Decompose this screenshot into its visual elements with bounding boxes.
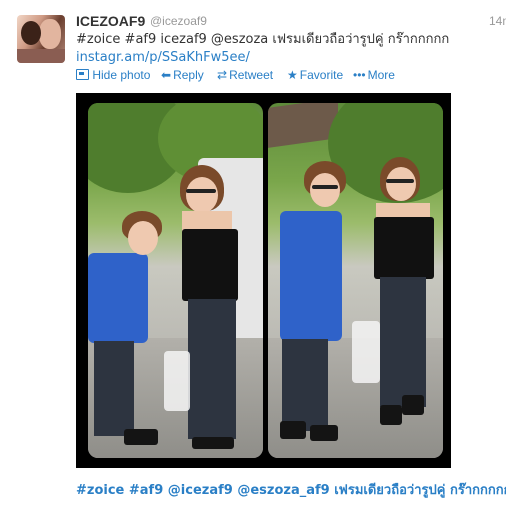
ellipsis-icon: •••: [353, 68, 366, 82]
person-shoe: [192, 437, 234, 449]
sunglasses-shape: [312, 185, 338, 189]
retweet-icon: ⇄: [217, 68, 228, 82]
shopping-bag: [164, 351, 190, 411]
author-handle[interactable]: @icezoaf9: [150, 14, 207, 28]
photo-caption: #zoice #af9 @icezaf9 @eszoza_af9 เฟรมเดี…: [76, 483, 506, 499]
tweet: ICEZOAF9 @icezoaf9 14m #zoice #af9 iceza…: [0, 0, 506, 510]
hide-photo-label: Hide photo: [92, 68, 151, 82]
avatar-face: [39, 19, 61, 49]
avatar-shoulder: [17, 49, 65, 63]
author-name[interactable]: ICEZOAF9: [76, 13, 145, 29]
reply-arrow-icon: ⬅: [161, 68, 172, 82]
reply-label: Reply: [173, 68, 204, 82]
avatar-hair: [21, 21, 41, 45]
tweet-text: #zoice #af9 icezaf9 @eszoza เฟรมเดียวถือ…: [76, 31, 501, 67]
tweet-text-line: #zoice #af9 icezaf9 @eszoza เฟรมเดียวถือ…: [76, 32, 450, 47]
person-jeans: [380, 277, 426, 407]
person-shoe: [124, 429, 158, 445]
person-face: [186, 177, 218, 213]
person-jeans: [94, 341, 134, 436]
photo-icon: [76, 69, 89, 80]
person-jacket: [88, 253, 148, 343]
sunglasses-shape: [186, 189, 216, 193]
sunglasses-shape: [386, 179, 414, 183]
photo-caption-text: #zoice #af9 @icezaf9 @eszoza_af9 เฟรมเดี…: [76, 483, 506, 498]
person-shoe: [310, 425, 338, 441]
person-face: [128, 221, 158, 255]
tweet-photo[interactable]: [76, 93, 451, 468]
avatar[interactable]: [17, 15, 65, 63]
person-jeans: [188, 299, 236, 439]
person-shoe: [280, 421, 306, 439]
person-jacket: [280, 211, 342, 341]
photo-panel-left: [88, 103, 263, 458]
person-face: [386, 167, 416, 201]
reply-button[interactable]: ⬅ Reply: [161, 68, 204, 82]
hide-photo-button[interactable]: Hide photo: [76, 68, 150, 82]
favorite-button[interactable]: ★ Favorite: [287, 68, 343, 82]
person-jeans: [282, 339, 328, 431]
person-shoe: [402, 395, 424, 415]
shopping-bag: [352, 321, 380, 383]
more-label: More: [367, 68, 395, 82]
more-button[interactable]: ••• More: [353, 68, 395, 82]
person-shoe: [380, 405, 402, 425]
person-face: [310, 173, 340, 207]
star-icon: ★: [287, 68, 298, 82]
person-top: [182, 229, 238, 301]
retweet-label: Retweet: [229, 68, 274, 82]
retweet-button[interactable]: ⇄ Retweet: [217, 68, 273, 82]
person-top: [374, 217, 434, 279]
tweet-link[interactable]: instagr.am/p/SSaKhFw5ee/: [76, 49, 501, 67]
photo-panel-right: [268, 103, 443, 458]
favorite-label: Favorite: [299, 68, 344, 82]
timestamp[interactable]: 14m: [489, 14, 506, 28]
